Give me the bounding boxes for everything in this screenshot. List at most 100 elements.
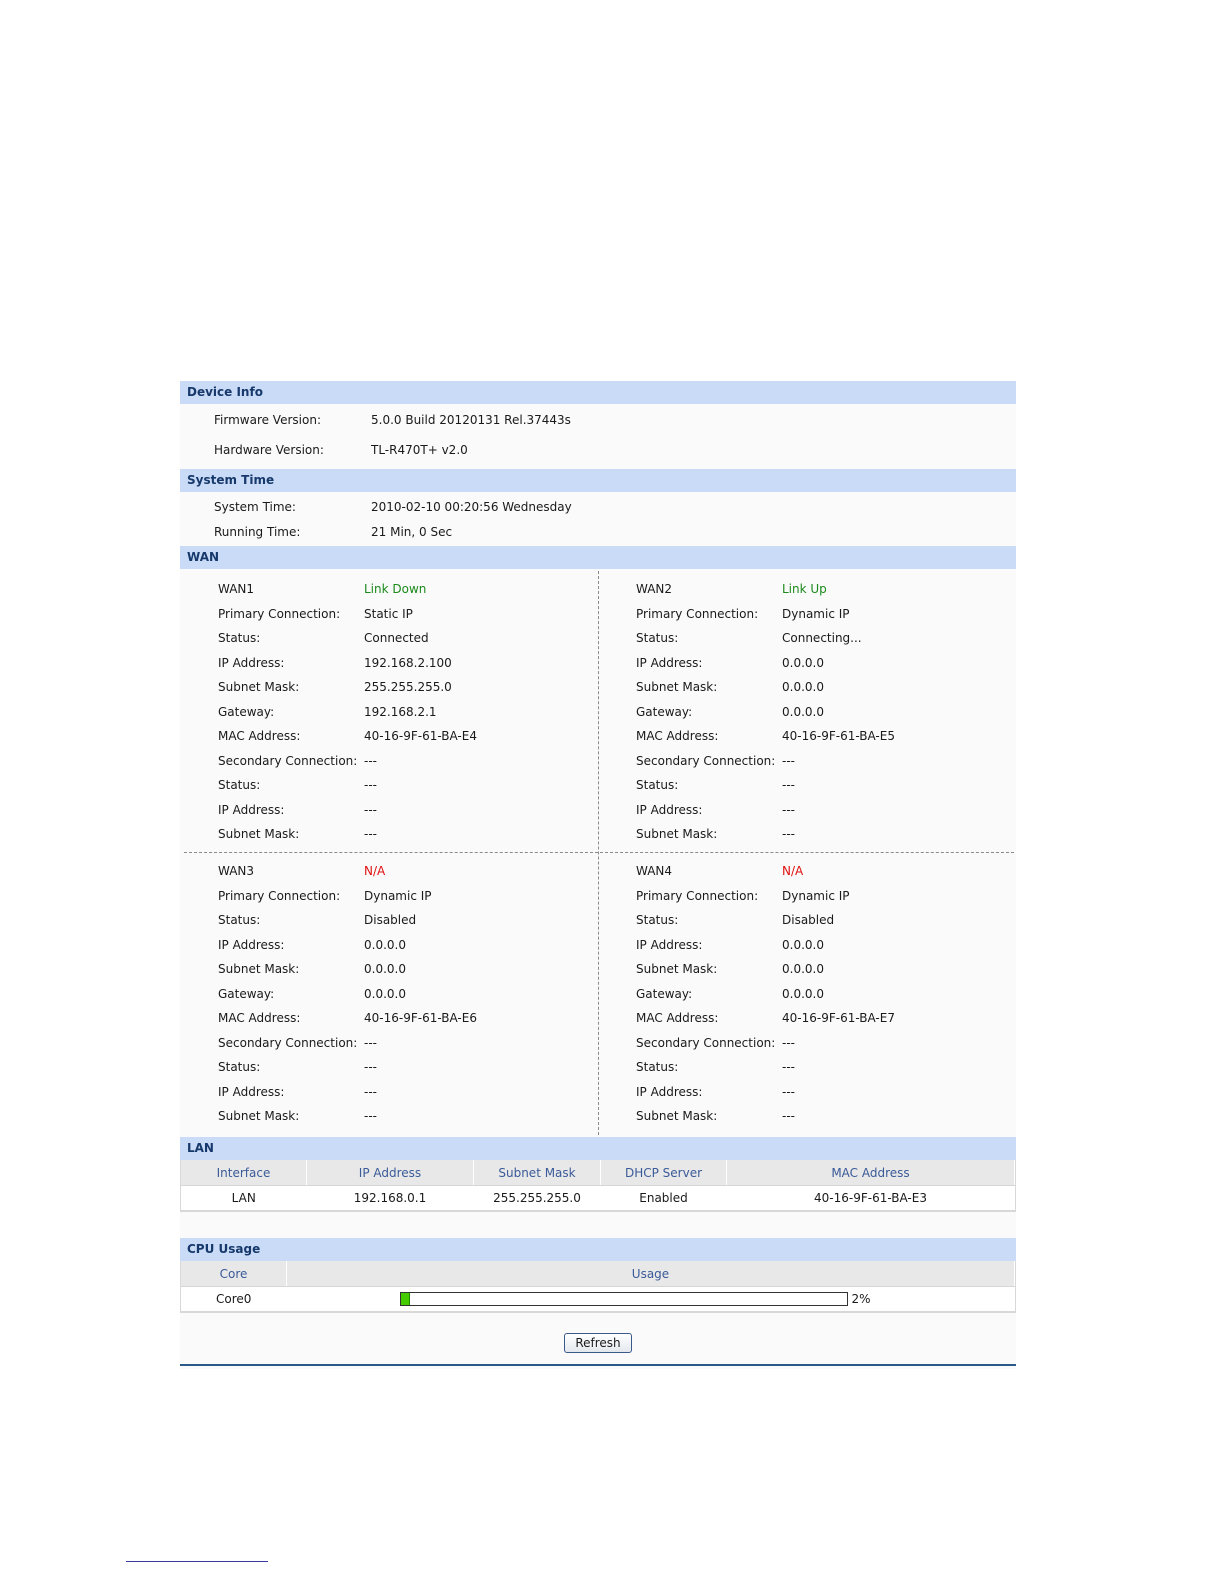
wan-field-value: Disabled bbox=[364, 913, 417, 927]
wan-field-value: Dynamic IP bbox=[782, 888, 850, 903]
wan-field-row: Gateway: 0.0.0.0 bbox=[598, 700, 1016, 725]
cpu-table-wrap: Core Usage Core0 2% bbox=[180, 1261, 1016, 1313]
wan-link-status: Link Down bbox=[364, 582, 427, 596]
wan-field-row: IP Address: --- bbox=[180, 798, 598, 823]
wan-field-value: --- bbox=[364, 827, 377, 841]
wan-field-label: Subnet Mask: bbox=[636, 827, 718, 841]
wan-field-value: Connecting... bbox=[782, 631, 862, 645]
wan-field-label: Secondary Connection: bbox=[636, 753, 776, 768]
wan-field-row: Subnet Mask: 255.255.255.0 bbox=[180, 675, 598, 700]
wan-field-label: Primary Connection: bbox=[636, 888, 759, 903]
wan-field-value: 0.0.0.0 bbox=[782, 937, 824, 952]
wan-field-row: Status: Disabled bbox=[180, 908, 598, 933]
lan-table-header-row: Interface IP Address Subnet Mask DHCP Se… bbox=[181, 1160, 1015, 1186]
wan-field-row: MAC Address: 40-16-9F-61-BA-E7 bbox=[598, 1006, 1016, 1031]
lan-cell-interface: LAN bbox=[181, 1185, 307, 1211]
cpu-col-usage: Usage bbox=[286, 1261, 1015, 1287]
panel-bottom-rule bbox=[180, 1364, 1016, 1366]
wan-field-label: Status: bbox=[636, 1060, 679, 1074]
wan4-block: WAN4 N/A Primary Connection: Dynamic IP S… bbox=[598, 859, 1016, 1143]
wan-field-row: IP Address: 0.0.0.0 bbox=[180, 933, 598, 958]
table-row: LAN 192.168.0.1 255.255.255.0 Enabled 40… bbox=[181, 1185, 1015, 1211]
wan-port-name: WAN1 bbox=[218, 582, 255, 596]
wan-field-row: Subnet Mask: 0.0.0.0 bbox=[598, 957, 1016, 982]
wan-field-value: 40-16-9F-61-BA-E5 bbox=[782, 729, 895, 743]
wan-field-label: Subnet Mask: bbox=[218, 1109, 300, 1123]
wan-grid: WAN1 Link Down Primary Connection: Static… bbox=[180, 569, 1016, 1137]
wan-field-value: 40-16-9F-61-BA-E4 bbox=[364, 729, 477, 743]
wan-port-name: WAN4 bbox=[636, 864, 673, 878]
wan-field-label: Subnet Mask: bbox=[636, 680, 718, 694]
cpu-usage-header: CPU Usage bbox=[180, 1238, 1016, 1261]
wan-field-row: Gateway: 0.0.0.0 bbox=[598, 982, 1016, 1007]
wan-field-label: IP Address: bbox=[636, 802, 703, 817]
device-info-header: Device Info bbox=[180, 381, 1016, 404]
wan-field-value: --- bbox=[364, 1060, 377, 1074]
wan-field-row: Primary Connection: Dynamic IP bbox=[598, 602, 1016, 627]
wan-field-row: Subnet Mask: 0.0.0.0 bbox=[180, 957, 598, 982]
wan-field-value: Static IP bbox=[364, 606, 413, 621]
wan-field-value: --- bbox=[782, 778, 795, 792]
running-time-value: 21 Min, 0 Sec bbox=[371, 525, 453, 539]
wan-field-row: Subnet Mask: 0.0.0.0 bbox=[598, 675, 1016, 700]
wan-port-row: WAN1 Link Down bbox=[180, 577, 598, 602]
wan-field-label: IP Address: bbox=[636, 937, 703, 952]
wan-header: WAN bbox=[180, 546, 1016, 569]
wan-field-value: --- bbox=[782, 1035, 795, 1050]
lan-cell-mac-address: 40-16-9F-61-BA-E3 bbox=[726, 1185, 1015, 1211]
lan-col-mac-address: MAC Address bbox=[726, 1160, 1015, 1186]
lan-col-ip-address: IP Address bbox=[306, 1160, 474, 1186]
lan-table: Interface IP Address Subnet Mask DHCP Se… bbox=[181, 1160, 1015, 1211]
cpu-cell-core: Core0 bbox=[181, 1286, 287, 1312]
device-info-section: Firmware Version: 5.0.0 Build 20120131 R… bbox=[180, 404, 1016, 469]
refresh-button[interactable]: Refresh bbox=[564, 1333, 632, 1353]
wan-field-label: Status: bbox=[636, 913, 679, 927]
wan-field-label: Primary Connection: bbox=[218, 888, 341, 903]
wan2-block: WAN2 Link Up Primary Connection: Dynamic … bbox=[598, 577, 1016, 861]
wan-link-status: N/A bbox=[364, 864, 386, 878]
wan-field-label: Gateway: bbox=[218, 704, 275, 719]
wan-field-value: 0.0.0.0 bbox=[782, 986, 824, 1001]
wan-field-label: MAC Address: bbox=[218, 1011, 301, 1025]
wan-field-value: 0.0.0.0 bbox=[364, 937, 406, 952]
wan-field-label: MAC Address: bbox=[636, 729, 719, 743]
system-time-label: System Time: bbox=[214, 500, 296, 514]
wan-field-value: 40-16-9F-61-BA-E7 bbox=[782, 1011, 895, 1025]
wan-field-value: 0.0.0.0 bbox=[364, 962, 406, 976]
system-time-header: System Time bbox=[180, 469, 1016, 492]
cpu-cell-usage: 2% bbox=[286, 1286, 1015, 1312]
wan-field-value: --- bbox=[782, 1060, 795, 1074]
wan-field-label: Gateway: bbox=[636, 986, 693, 1001]
wan-field-value: Dynamic IP bbox=[782, 606, 850, 621]
cpu-usage-text: 2% bbox=[851, 1292, 871, 1307]
wan-field-row: MAC Address: 40-16-9F-61-BA-E4 bbox=[180, 724, 598, 749]
wan-field-row: Gateway: 0.0.0.0 bbox=[180, 982, 598, 1007]
wan-field-label: Gateway: bbox=[218, 986, 275, 1001]
wan-field-row: Subnet Mask: --- bbox=[598, 1104, 1016, 1129]
wan-field-label: Status: bbox=[218, 778, 261, 792]
wan-field-label: MAC Address: bbox=[218, 729, 301, 743]
wan-field-label: IP Address: bbox=[636, 1084, 703, 1099]
wan-field-value: --- bbox=[364, 802, 377, 817]
wan-field-label: Gateway: bbox=[636, 704, 693, 719]
wan-field-label: Subnet Mask: bbox=[218, 827, 300, 841]
wan-port-name: WAN3 bbox=[218, 864, 255, 878]
wan-field-row: Subnet Mask: --- bbox=[598, 822, 1016, 847]
lan-col-subnet-mask: Subnet Mask bbox=[473, 1160, 601, 1186]
wan-field-value: --- bbox=[364, 1035, 377, 1050]
wan-field-value: --- bbox=[782, 753, 795, 768]
system-time-value: 2010-02-10 00:20:56 Wednesday bbox=[371, 500, 572, 514]
wan-field-value: --- bbox=[782, 827, 795, 841]
wan-field-row: IP Address: 192.168.2.100 bbox=[180, 651, 598, 676]
wan-link-status: N/A bbox=[782, 864, 804, 878]
wan-field-label: IP Address: bbox=[218, 802, 285, 817]
wan-field-value: --- bbox=[782, 1109, 795, 1123]
wan-field-row: Primary Connection: Static IP bbox=[180, 602, 598, 627]
cpu-table-header-row: Core Usage bbox=[181, 1261, 1015, 1287]
firmware-version-label: Firmware Version: bbox=[214, 413, 321, 427]
wan-field-value: 0.0.0.0 bbox=[364, 986, 406, 1001]
wan1-block: WAN1 Link Down Primary Connection: Static… bbox=[180, 577, 598, 861]
wan-field-label: IP Address: bbox=[218, 655, 285, 670]
wan-field-row: Gateway: 192.168.2.1 bbox=[180, 700, 598, 725]
wan-field-row: Subnet Mask: --- bbox=[180, 822, 598, 847]
